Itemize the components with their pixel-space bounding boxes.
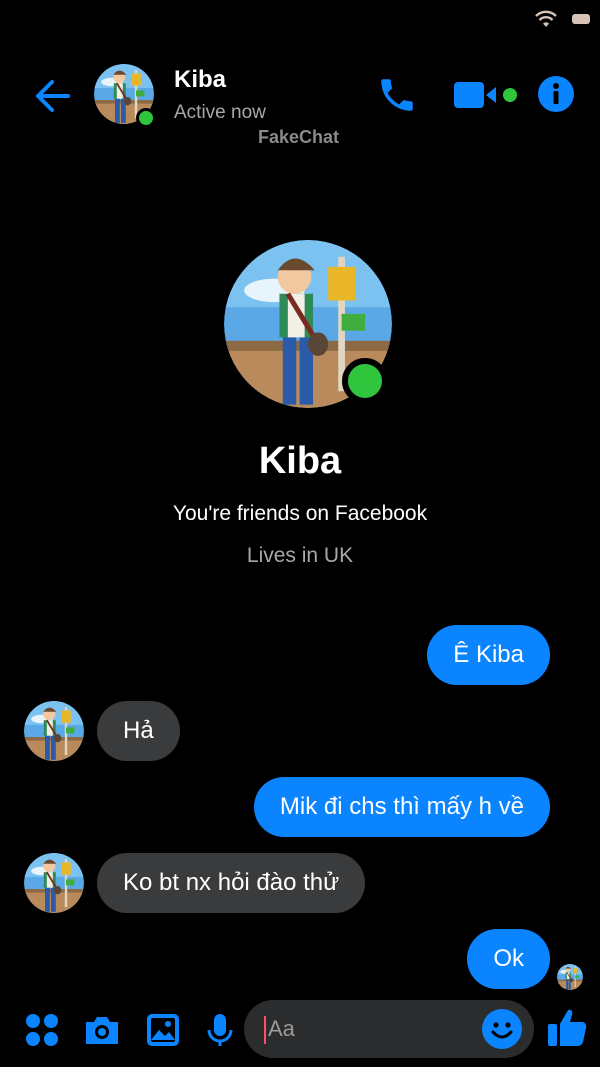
video-camera-icon	[454, 82, 517, 108]
phone-icon	[381, 79, 413, 111]
voice-call-button[interactable]	[376, 74, 418, 116]
seen-indicator-avatar	[557, 964, 583, 990]
profile-avatar[interactable]	[224, 240, 392, 408]
status-bar	[534, 8, 590, 30]
emoji-button[interactable]	[482, 1009, 522, 1049]
message-avatar	[24, 853, 84, 913]
chat-screen: Kiba Active now FakeChat Kiba You're fri…	[0, 0, 600, 1067]
profile-name: Kiba	[258, 440, 342, 482]
microphone-icon	[207, 1014, 233, 1046]
camera-icon	[86, 1017, 118, 1044]
location-text: Lives in UK	[246, 544, 354, 567]
microphone-button[interactable]	[200, 1010, 240, 1050]
message-bubble-sent[interactable]: Ê Kiba	[427, 625, 550, 685]
message-input-placeholder: Aa	[268, 1016, 295, 1041]
info-icon	[538, 76, 574, 112]
gallery-button[interactable]	[143, 1010, 183, 1050]
message-bubble-sent[interactable]: Mik đi chs thì mấy h về	[253, 777, 550, 837]
message-composer: Aa	[0, 996, 600, 1066]
friends-status: You're friends on Facebook	[172, 502, 428, 525]
back-arrow-icon	[36, 80, 70, 112]
apps-icon	[26, 1014, 58, 1046]
message-bubble-sent[interactable]: Ok	[467, 929, 550, 989]
video-call-button[interactable]	[454, 78, 520, 112]
online-indicator	[136, 108, 156, 128]
smiley-icon	[482, 1009, 522, 1049]
battery-icon	[572, 14, 590, 24]
watermark: FakeChat	[258, 127, 340, 147]
message-bubble-received[interactable]: Ko bt nx hỏi đào thử	[97, 853, 366, 913]
message-bubble-received[interactable]: Hả	[97, 701, 180, 761]
active-status: Active now	[174, 102, 266, 123]
thumbs-up-icon	[548, 1009, 587, 1046]
camera-button[interactable]	[82, 1010, 122, 1050]
online-indicator-large	[342, 358, 388, 404]
message-input[interactable]: Aa	[244, 1000, 534, 1058]
like-button[interactable]	[546, 1006, 587, 1046]
text-cursor	[264, 1016, 266, 1044]
message-avatar	[24, 701, 84, 761]
wifi-icon	[534, 10, 558, 28]
contact-avatar[interactable]	[94, 64, 156, 128]
info-button[interactable]	[538, 76, 574, 112]
chat-header: Kiba Active now FakeChat	[0, 60, 600, 150]
back-button[interactable]	[32, 76, 72, 116]
apps-button[interactable]	[22, 1010, 62, 1050]
contact-name[interactable]: Kiba	[174, 66, 226, 94]
gallery-icon	[147, 1014, 179, 1046]
